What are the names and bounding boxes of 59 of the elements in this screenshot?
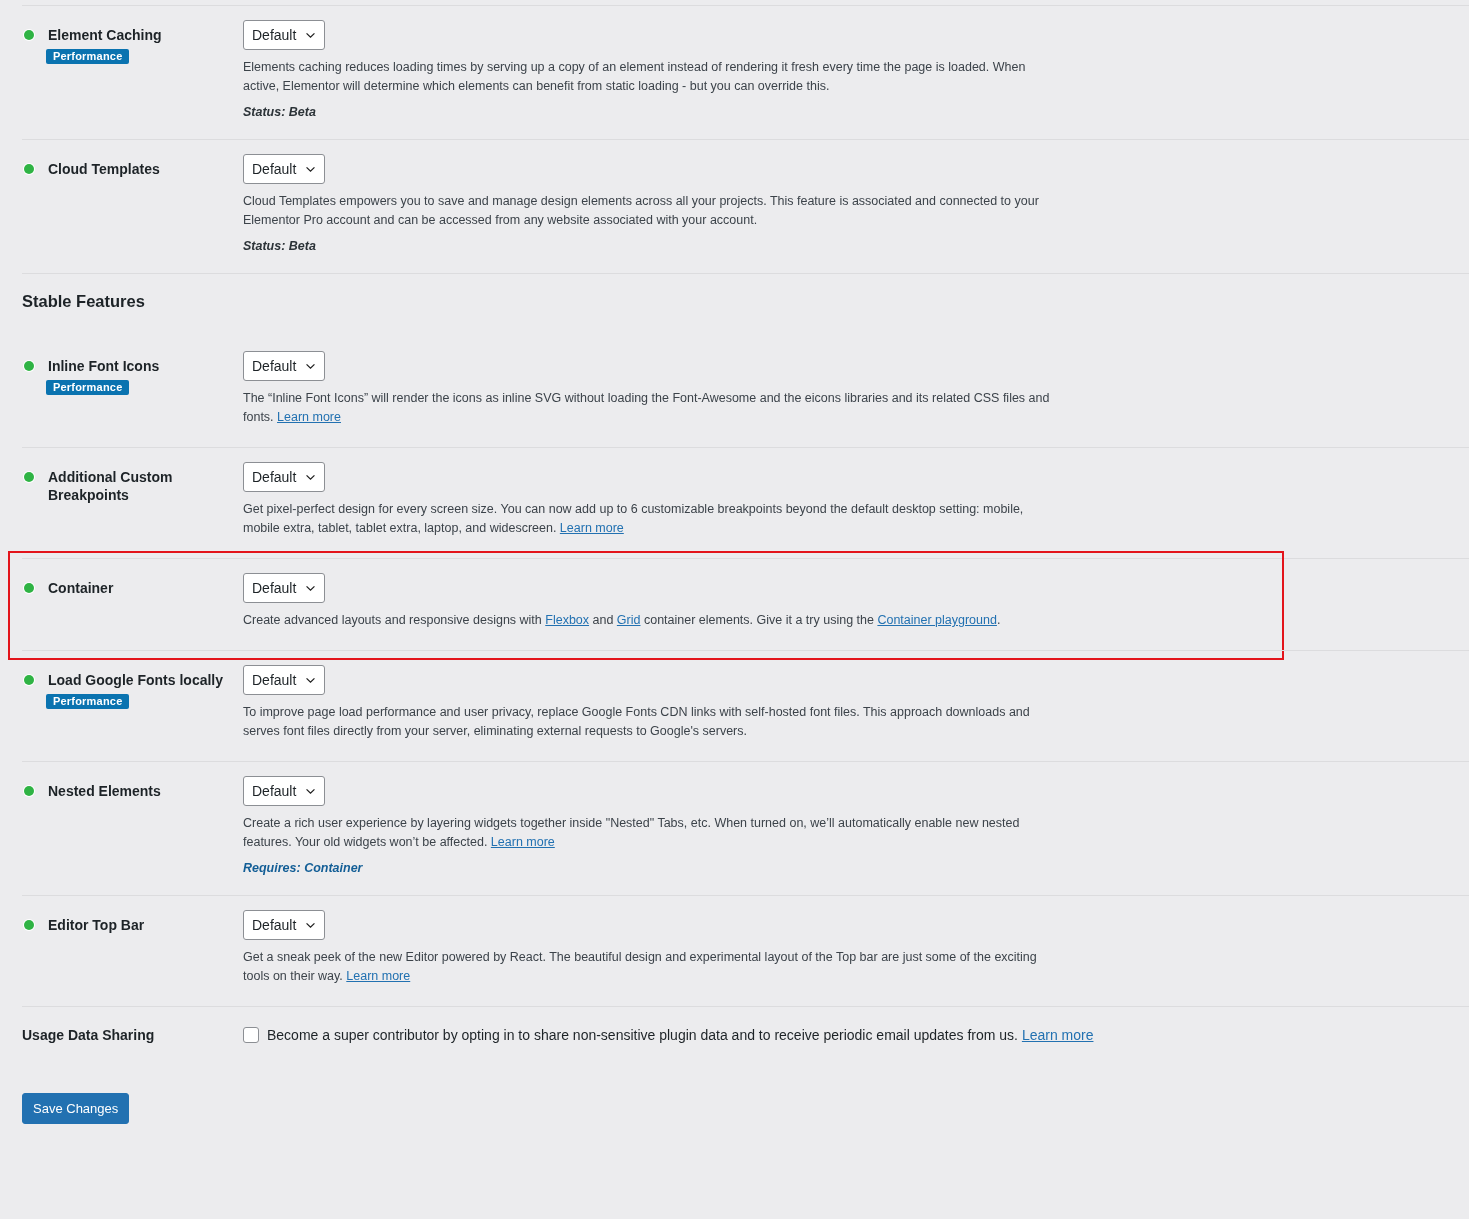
status-dot [24,361,34,371]
feature-select[interactable]: Default [243,20,326,50]
feature-description: To improve page load performance and user privacy, replace Google Fonts CDN links with self-hosted font files. This approach downloads and serves font files directly from your server, eliminating external requests to Google's servers. [243,704,1031,740]
feature-name: Inline Font Icons [48,357,161,375]
feature-select[interactable]: Default [243,665,326,695]
status-dot [24,472,34,482]
feature-description: The “Inline Font Icons” will render the icons as inline SVG without loading the Font-Awesome and the eicons libraries and its related CSS files and fonts. Learn more [243,390,1051,426]
feature-name: Editor Top Bar [48,916,146,934]
feature-description: Elements caching reduces loading times by serving up a copy of an element instead of rendering it fresh every time the page is loaded. When active, Elementor will determine which elements can benefit from static loading - but you can override this. [243,59,1027,95]
checkbox[interactable] [243,1027,259,1043]
caret-icon [305,165,317,173]
status-dot [24,30,34,40]
learn-link[interactable]: Learn more [346,969,411,983]
status-dot [24,786,34,796]
performance-tag: Performance [46,380,130,395]
feature-name: Cloud Templates [48,160,161,178]
status-dot [24,583,34,593]
status-dot [24,675,34,685]
status-dot [24,920,34,930]
feature-select[interactable]: Default [243,776,326,806]
feature-name: Load Google Fonts locally [48,671,224,689]
caret-icon [305,787,317,795]
learn-link[interactable]: Learn more [277,410,341,424]
section-heading: Stable Features [22,292,146,311]
feature-description: Get a sneak peek of the new Editor powered by React. The beautiful design and experimental layout of the Top bar are just some of the exciting tools on their way. Learn more [243,949,1038,985]
feature-description: Cloud Templates empowers you to save and manage design elements across all your projects. This feature is associated and connected to your Elementor Pro account and can be accessed from any website associated with your account. [243,193,1040,229]
learn-link[interactable]: Grid [616,613,641,627]
feature-description: Create advanced layouts and responsive designs with Flexbox and Grid container elements. Give it a try using the Container playground. [243,612,1001,629]
feature-description: Get pixel-perfect design for every screen size. You can now add up to 6 customizable breakpoints beyond the default desktop setting: mobile, mobile extra, tablet, tablet extra, laptop, and widescreen. Learn more [243,501,1025,537]
performance-tag: Performance [46,49,130,64]
feature-name: Element Caching [48,26,163,44]
status-dot [24,164,34,174]
caret-icon [305,473,317,481]
status-label: Status: Beta [243,239,316,253]
feature-select[interactable]: Default [243,462,326,492]
learn-link[interactable]: Learn more [1021,1027,1094,1043]
performance-tag: Performance [46,694,130,709]
learn-link[interactable]: Learn more [490,835,555,849]
feature-name: Nested Elements [48,782,162,800]
requires-label: Requires: Container [243,861,363,875]
caret-icon [305,362,317,370]
caret-icon [305,676,317,684]
learn-link[interactable]: Container playground [877,613,997,627]
feature-select[interactable]: Default [243,910,326,940]
status-label: Status: Beta [243,105,316,119]
checkbox-label: Become a super contributor by opting in to share non-sensitive plugin data and to receive periodic email updates from us. Learn more [267,1027,1094,1043]
feature-description: Create a rich user experience by layering widgets together inside "Nested" Tabs, etc. When turned on, we’ll automatically enable new nested features. Your old widgets won’t be affected. Learn more [243,815,1021,851]
learn-link[interactable]: Learn more [559,521,624,535]
setting-label: Usage Data Sharing [22,1027,156,1043]
caret-icon [305,584,317,592]
feature-name: Container [48,579,115,597]
caret-icon [305,921,317,929]
caret-icon [305,31,317,39]
feature-select[interactable]: Default [243,351,326,381]
feature-select[interactable]: Default [243,573,326,603]
learn-link[interactable]: Flexbox [545,613,590,627]
feature-select[interactable]: Default [243,154,326,184]
feature-name: Additional Custom Breakpoints [48,468,174,504]
save-button[interactable]: Save Changes [22,1093,130,1124]
